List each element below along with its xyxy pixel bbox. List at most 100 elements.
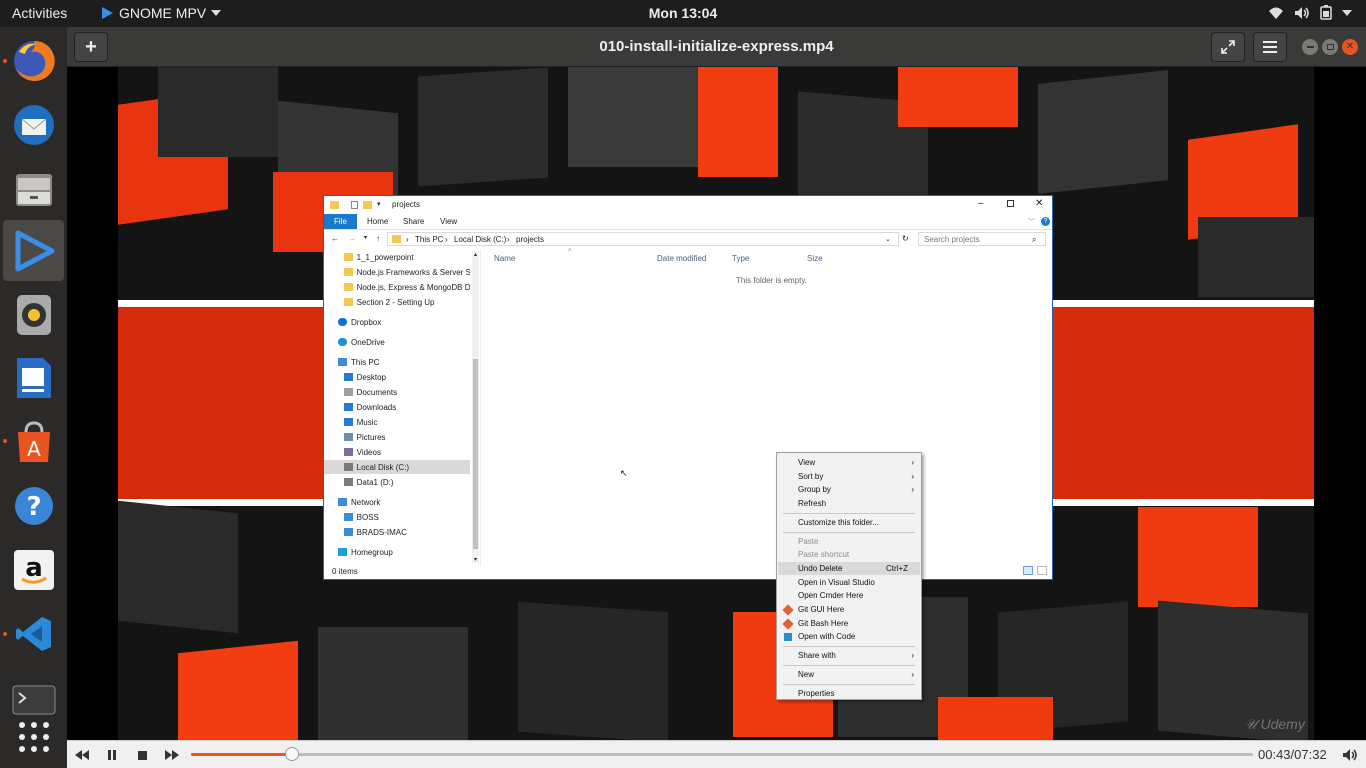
amazon-launcher[interactable]: a <box>3 539 64 600</box>
menu-item[interactable]: Refresh <box>778 497 920 510</box>
seek-bar[interactable] <box>191 747 1253 761</box>
scrollbar-thumb[interactable] <box>473 359 478 549</box>
ribbon-expand-icon[interactable]: ﹀ <box>1028 217 1035 227</box>
nav-item[interactable]: Node.js, Express & MongoDB Dev 1 <box>324 280 470 294</box>
nav-item[interactable]: Homegroup <box>324 545 470 559</box>
pause-button[interactable] <box>104 747 120 763</box>
menu-item[interactable]: Customize this folder... <box>778 516 920 529</box>
win-minimize-button[interactable]: – <box>978 198 984 209</box>
menu-item[interactable]: Paste <box>778 535 920 548</box>
breadcrumb-this-pc[interactable]: This PC <box>415 235 443 244</box>
nav-item[interactable]: Data1 (D:) <box>324 475 470 489</box>
system-status-area[interactable] <box>1268 5 1352 20</box>
folder-icon <box>344 268 353 276</box>
scrollbar-down-icon[interactable]: ▾ <box>472 556 479 563</box>
large-icons-view-icon[interactable] <box>1037 566 1047 575</box>
forward-arrow-icon[interactable]: → <box>348 234 356 243</box>
menu-item[interactable]: Group by › <box>778 483 920 496</box>
nav-item[interactable]: 1_1_powerpoint <box>324 250 470 264</box>
refresh-icon[interactable]: ↻ <box>902 234 909 243</box>
help-icon[interactable]: ? <box>1041 217 1050 226</box>
nav-item[interactable]: Videos <box>324 445 470 459</box>
column-name[interactable]: Name <box>494 254 515 263</box>
menu-item[interactable]: Sort by › <box>778 470 920 483</box>
menu-item[interactable]: New › <box>778 668 920 681</box>
up-arrow-icon[interactable]: ↑ <box>376 234 380 243</box>
tab-share[interactable]: Share <box>403 217 424 226</box>
nav-item-label: Dropbox <box>351 317 382 327</box>
nav-item[interactable]: Network <box>324 495 470 509</box>
nav-item-label: Data1 (D:) <box>356 477 394 487</box>
back-arrow-icon[interactable]: ← <box>331 234 339 243</box>
nav-item[interactable]: Section 2 - Setting Up <box>324 295 470 309</box>
clock[interactable]: Mon 13:04 <box>649 5 717 21</box>
libreoffice-writer-launcher[interactable] <box>3 347 64 408</box>
fullscreen-button[interactable] <box>1211 32 1245 62</box>
nav-item[interactable]: Pictures <box>324 430 470 444</box>
hamburger-menu-button[interactable] <box>1253 32 1287 62</box>
nav-item[interactable]: BOSS <box>324 510 470 524</box>
vscode-launcher[interactable] <box>3 603 64 664</box>
win-close-button[interactable]: ✕ <box>1035 198 1043 209</box>
nav-item[interactable]: Dropbox <box>324 315 470 329</box>
menu-item[interactable]: Properties <box>778 687 920 700</box>
forward-button[interactable] <box>164 747 180 763</box>
nav-item[interactable]: Documents <box>324 385 470 399</box>
recent-chevron-icon[interactable]: ▾ <box>364 234 367 241</box>
maximize-button[interactable] <box>1322 39 1338 55</box>
menu-item[interactable]: Share with › <box>778 649 920 662</box>
ubuntu-software-launcher[interactable]: A <box>3 411 64 472</box>
menu-item[interactable]: Undo Delete Ctrl+Z <box>778 561 920 575</box>
svg-text:a: a <box>25 553 43 583</box>
menu-item[interactable]: Git GUI Here <box>778 603 920 616</box>
nav-item[interactable]: Node.js Frameworks & Server Side <box>324 265 470 279</box>
stop-button[interactable] <box>134 747 150 763</box>
volume-button[interactable] <box>1342 747 1358 763</box>
address-bar[interactable]: › This PC › Local Disk (C:) › projects ⌄ <box>387 232 899 246</box>
nav-item[interactable]: Music <box>324 415 470 429</box>
column-size[interactable]: Size <box>807 254 823 263</box>
close-button[interactable]: ✕ <box>1342 39 1358 55</box>
gnome-mpv-launcher[interactable] <box>3 220 64 281</box>
menu-item[interactable]: Paste shortcut <box>778 548 920 561</box>
breadcrumb-projects[interactable]: projects <box>516 235 544 244</box>
nav-scrollbar[interactable]: ▴ ▾ <box>472 251 479 563</box>
nav-item[interactable]: BRADS-IMAC <box>324 525 470 539</box>
menu-item[interactable]: View › <box>778 456 920 469</box>
nav-item[interactable]: This PC <box>324 355 470 369</box>
menu-item[interactable]: Open in Visual Studio <box>778 576 920 589</box>
app-menu[interactable]: GNOME MPV <box>100 5 222 21</box>
files-launcher[interactable] <box>3 158 64 219</box>
menu-item[interactable]: Open Cmder Here <box>778 589 920 602</box>
video-area[interactable]: 𝒰 Udemy ▾ projects – ✕ File Home Share V… <box>67 67 1366 740</box>
submenu-arrow-icon: › <box>911 669 914 679</box>
win-maximize-button[interactable] <box>1007 200 1014 207</box>
nav-item[interactable]: Downloads <box>324 400 470 414</box>
show-applications-button[interactable] <box>3 706 64 767</box>
nav-item[interactable]: OneDrive <box>324 335 470 349</box>
rewind-button[interactable] <box>74 747 90 763</box>
seek-bar-handle[interactable] <box>284 747 299 761</box>
column-date-modified[interactable]: Date modified <box>657 254 706 263</box>
details-view-icon[interactable] <box>1023 566 1033 575</box>
search-box[interactable]: Search projects ⌕ <box>918 232 1046 246</box>
nav-item[interactable]: Desktop <box>324 370 470 384</box>
open-file-button[interactable]: + <box>74 32 108 62</box>
column-type[interactable]: Type <box>732 254 749 263</box>
address-folder-icon <box>392 235 401 243</box>
tab-home[interactable]: Home <box>367 217 388 226</box>
thunderbird-launcher[interactable] <box>3 94 64 155</box>
firefox-launcher[interactable] <box>3 30 64 91</box>
menu-item[interactable]: Open with Code <box>778 630 920 643</box>
help-launcher[interactable]: ? <box>3 475 64 536</box>
breadcrumb-local-disk[interactable]: Local Disk (C:) <box>454 235 506 244</box>
menu-item[interactable]: Git Bash Here <box>778 617 920 630</box>
scrollbar-up-icon[interactable]: ▴ <box>472 251 479 258</box>
address-dropdown-icon[interactable]: ⌄ <box>885 235 891 243</box>
tab-file[interactable]: File <box>324 214 357 229</box>
rhythmbox-launcher[interactable] <box>3 284 64 345</box>
activities-button[interactable]: Activities <box>12 5 67 21</box>
minimize-button[interactable] <box>1302 39 1318 55</box>
nav-item[interactable]: Local Disk (C:) <box>324 460 470 474</box>
tab-view[interactable]: View <box>440 217 457 226</box>
